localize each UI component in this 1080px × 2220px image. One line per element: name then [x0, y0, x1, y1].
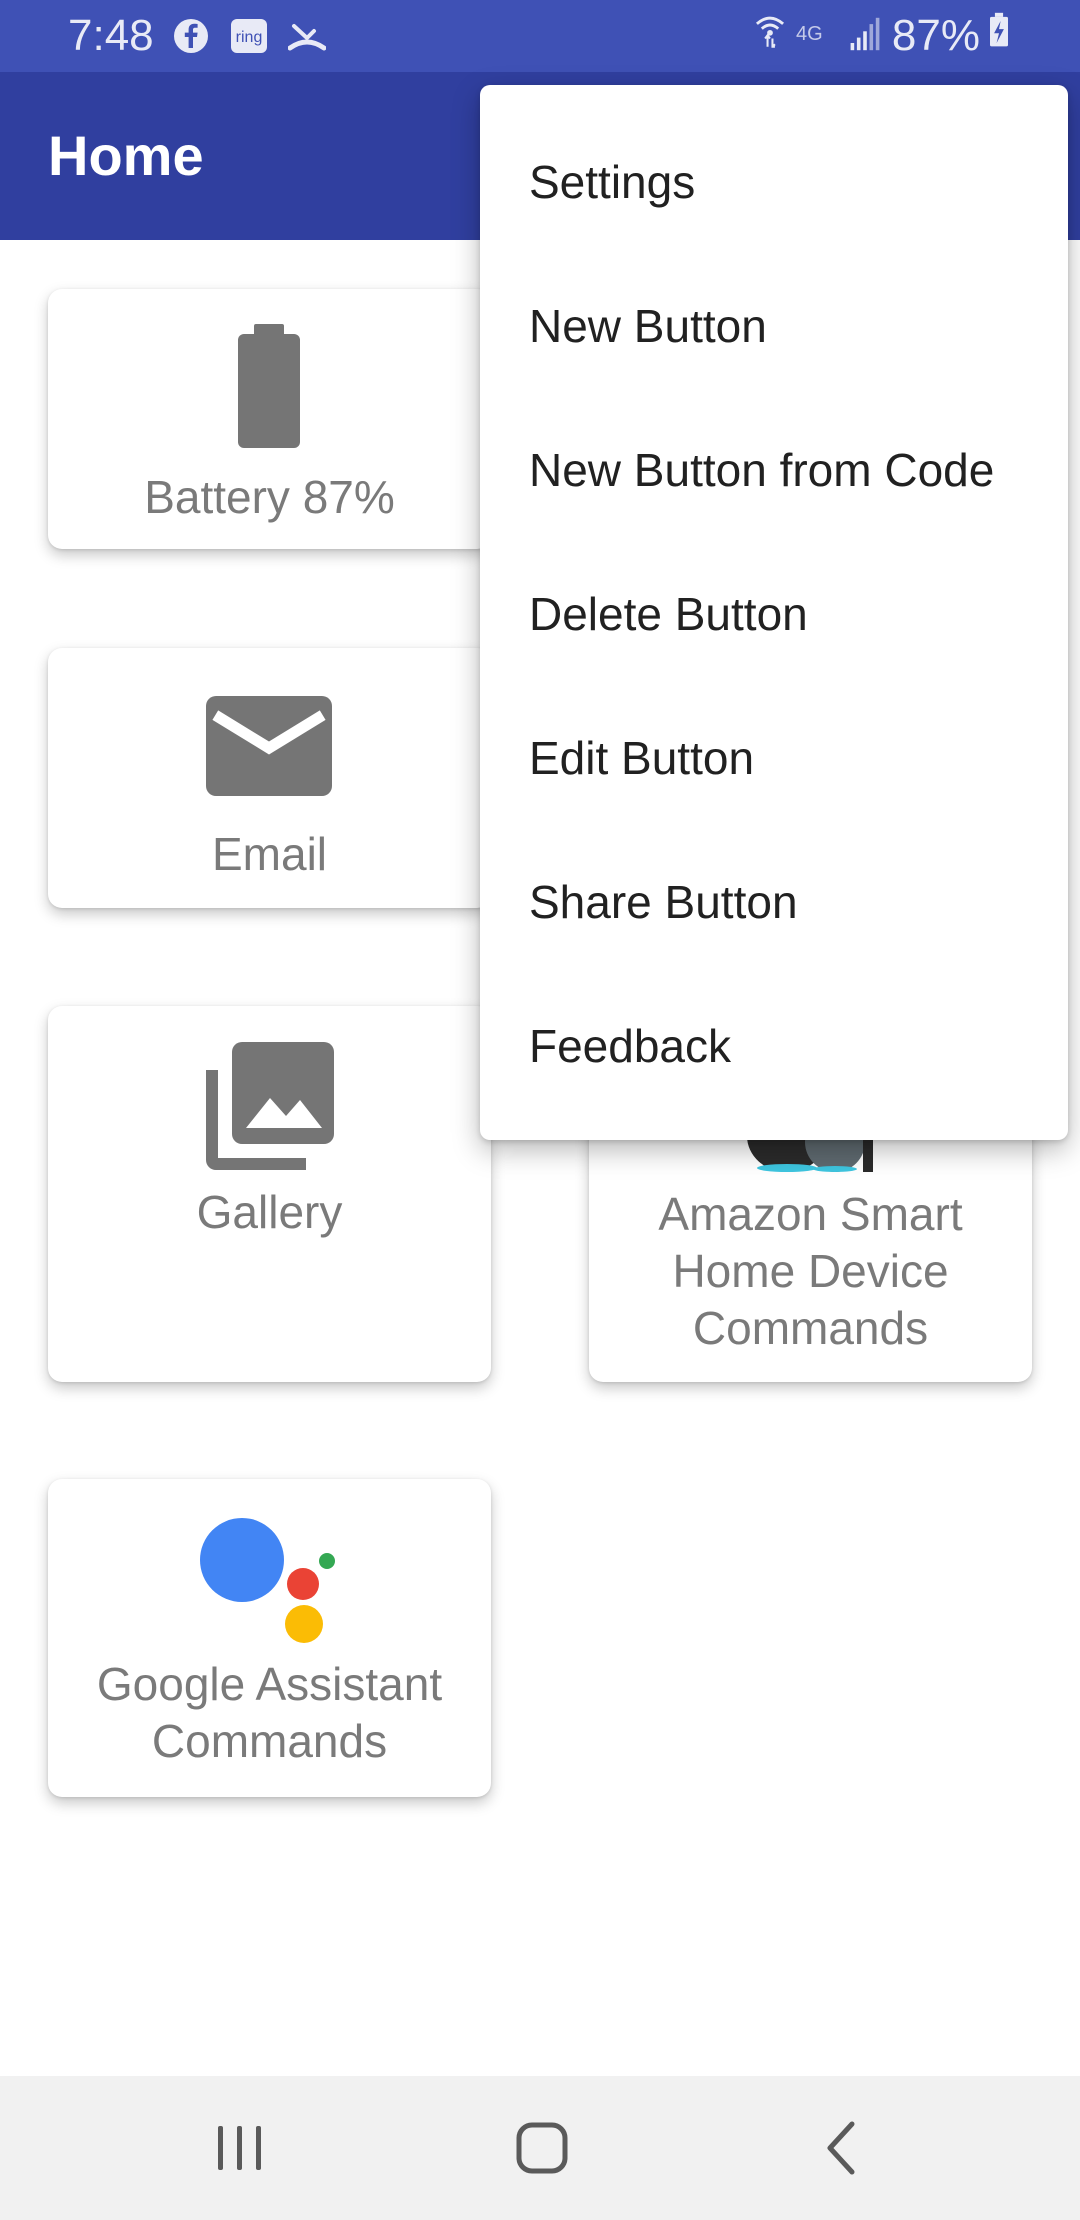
wifi-icon: [755, 16, 785, 48]
tile-label-amazon-line1: Amazon Smart: [658, 1188, 963, 1240]
tile-label-amazon-line2: Home Device: [672, 1245, 949, 1297]
tile-label-email: Email: [211, 828, 328, 880]
battery-icon: [238, 324, 300, 448]
status-time: 7:48: [68, 11, 154, 60]
menu-item-share-button[interactable]: Share Button: [480, 830, 1068, 974]
google-assistant-icon: [200, 1518, 335, 1643]
tile-email[interactable]: Email: [48, 648, 491, 908]
nav-bar: [0, 2076, 1080, 2220]
4g-icon: 4G: [796, 23, 823, 45]
tile-label-google-line1: Google Assistant: [96, 1658, 443, 1710]
menu-item-new-button[interactable]: New Button: [480, 254, 1068, 398]
page-title: Home: [48, 124, 204, 187]
back-icon[interactable]: [804, 2108, 884, 2188]
overflow-menu: Settings New Button New Button from Code…: [480, 85, 1068, 1140]
home-icon[interactable]: [502, 2108, 582, 2188]
menu-item-feedback[interactable]: Feedback: [480, 974, 1068, 1118]
menu-item-settings[interactable]: Settings: [480, 110, 1068, 254]
battery-charging-icon: [990, 12, 1008, 47]
tile-battery[interactable]: Battery 87%: [48, 289, 491, 549]
signal-icon: [850, 17, 880, 51]
tile-google-assistant[interactable]: Google Assistant Commands: [48, 1479, 491, 1797]
gallery-icon: [206, 1042, 334, 1170]
tile-label-amazon-line3: Commands: [692, 1302, 929, 1354]
status-bar: 7:48 ring 4G 87%: [0, 0, 1080, 72]
recent-apps-icon[interactable]: [200, 2108, 280, 2188]
missed-call-icon: [288, 24, 326, 51]
ring-icon: ring: [231, 19, 267, 53]
network-type-text: 4G: [796, 23, 823, 45]
tile-label-gallery: Gallery: [196, 1186, 343, 1238]
status-battery-text: 87%: [891, 11, 980, 60]
menu-item-new-button-from-code[interactable]: New Button from Code: [480, 398, 1068, 542]
ring-icon-text: ring: [236, 29, 263, 46]
facebook-icon: [174, 19, 208, 53]
email-icon: [206, 696, 332, 796]
tile-gallery[interactable]: Gallery: [48, 1006, 491, 1382]
tile-label-battery: Battery 87%: [144, 471, 395, 523]
menu-item-edit-button[interactable]: Edit Button: [480, 686, 1068, 830]
tile-label-google-line2: Commands: [151, 1715, 388, 1767]
menu-item-delete-button[interactable]: Delete Button: [480, 542, 1068, 686]
